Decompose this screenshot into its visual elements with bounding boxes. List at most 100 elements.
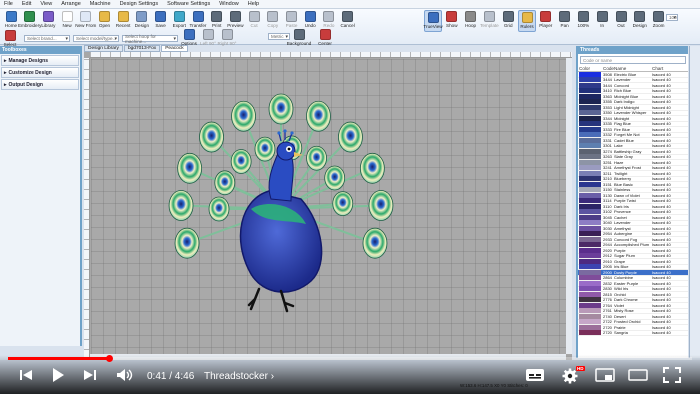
col-color[interactable]: Color <box>578 66 601 71</box>
background-button[interactable]: Background <box>287 28 311 50</box>
cut-button[interactable]: Cut <box>245 10 263 32</box>
video-chapter[interactable]: Threadstocker › <box>204 371 274 382</box>
trueview-button[interactable]: TrueView <box>423 10 443 32</box>
col-chart[interactable]: Chart <box>652 66 682 71</box>
zoom-field[interactable]: 100 <box>666 14 678 21</box>
open-button[interactable]: Open <box>96 10 114 32</box>
template-button[interactable]: Template <box>480 10 499 32</box>
zoom-button[interactable]: Zoom <box>650 10 668 32</box>
col-name[interactable]: Name <box>614 66 652 71</box>
library-button[interactable]: Library <box>39 10 57 32</box>
col-code[interactable]: Code <box>601 66 614 71</box>
thread-code: 2905 <box>603 264 612 270</box>
design-button[interactable]: Design <box>631 10 649 32</box>
recent-icon <box>117 11 129 22</box>
tab-bgd7013-fox[interactable]: bgd7013-Fox <box>123 45 161 52</box>
tab-peacock[interactable]: Peacock <box>161 45 188 52</box>
theater-mode-icon[interactable] <box>628 368 648 382</box>
in-button[interactable]: In <box>593 10 611 32</box>
menu-view[interactable]: View <box>40 1 52 7</box>
100-button[interactable]: 100% <box>574 10 592 32</box>
hoop-select[interactable]: Select hoop for machine... <box>122 33 178 44</box>
tab-design-library[interactable]: Design Library <box>84 45 123 52</box>
copy-label: Copy <box>267 23 279 28</box>
cancel-button[interactable]: Cancel <box>339 10 357 32</box>
thread-color-swatch <box>579 99 601 105</box>
export-icon <box>173 11 185 22</box>
rulers-label: Rulers <box>520 24 534 29</box>
peacock-embroidery-design[interactable] <box>91 59 566 354</box>
fullscreen-icon[interactable] <box>663 367 681 383</box>
hoop-button[interactable]: Hoop <box>462 10 480 32</box>
embroidery-button[interactable]: Embroidery <box>18 10 41 32</box>
thread-chart: Isacord 40 <box>652 231 671 237</box>
menu-arrange[interactable]: Arrange <box>61 1 81 7</box>
pan-button[interactable]: Pan <box>556 10 574 32</box>
thread-name: Dawn of Violet <box>614 192 640 198</box>
volume-icon[interactable] <box>115 367 133 383</box>
zoom-box-icon <box>653 11 665 22</box>
menu-window[interactable]: Window <box>219 1 239 7</box>
video-progress-bar[interactable] <box>8 355 692 362</box>
miniplayer-icon[interactable] <box>595 368 615 382</box>
thread-chart: Isacord 40 <box>652 88 671 94</box>
right-90-button[interactable]: Right 90° <box>218 28 236 50</box>
copy-button[interactable]: Copy <box>264 10 282 32</box>
recent-button[interactable]: Recent <box>114 10 132 32</box>
thread-chart: Isacord 40 <box>652 220 671 226</box>
previous-icon[interactable] <box>18 367 34 383</box>
thread-row[interactable]: 2720 Sangria Isacord 40 <box>578 330 688 336</box>
thread-color-swatch <box>579 82 601 88</box>
units-select[interactable]: Metric <box>268 33 290 40</box>
design-canvas[interactable] <box>91 59 566 354</box>
thread-chart: Isacord 40 <box>652 209 671 215</box>
subtitles-icon[interactable] <box>525 368 545 382</box>
new-button[interactable]: New <box>58 10 76 32</box>
brand-select[interactable]: Select brand... <box>24 35 70 42</box>
out-button[interactable]: Out <box>612 10 630 32</box>
template-icon <box>483 11 495 22</box>
design-button[interactable]: Design <box>133 10 151 32</box>
thread-color-swatch <box>579 110 601 116</box>
menu-machine[interactable]: Machine <box>90 1 111 7</box>
play-icon[interactable] <box>50 366 66 384</box>
player-button[interactable]: Player <box>537 10 555 32</box>
grid-button[interactable]: Grid <box>499 10 517 32</box>
save-button[interactable]: Save <box>152 10 170 32</box>
thread-color-swatch <box>579 297 601 303</box>
toolbox-manage-designs[interactable]: ▸ Manage Designs <box>1 55 79 66</box>
hoop-label: Hoop <box>465 23 477 28</box>
options-icon <box>183 29 195 40</box>
menu-software-settings[interactable]: Software Settings <box>167 1 210 7</box>
thread-color-swatch <box>579 225 601 231</box>
redo-icon <box>323 11 335 22</box>
new-from-button[interactable]: New From <box>75 10 96 32</box>
thread-color-swatch <box>579 132 601 138</box>
thread-name: Purple <box>614 247 626 253</box>
toolbox-output-design[interactable]: ▸ Output Design <box>1 79 79 90</box>
thread-search-input[interactable]: Code or name <box>580 56 686 64</box>
next-icon[interactable] <box>82 367 98 383</box>
thread-code: 3335 <box>603 121 612 127</box>
menu-edit[interactable]: Edit <box>22 1 31 7</box>
thread-color-swatch <box>579 154 601 160</box>
left-90-button[interactable]: Left 90° <box>199 28 217 50</box>
hoop-select-text: Select hoop for machine... <box>125 33 156 44</box>
show-icon <box>446 11 458 22</box>
center-button[interactable]: Center <box>316 28 334 50</box>
thread-name: Dark Chrome <box>614 297 638 303</box>
side-panel-tabs[interactable] <box>689 46 700 358</box>
rulers-button[interactable]: Rulers <box>518 10 536 32</box>
toolbox-customize-design[interactable]: ▸ Customize Design <box>1 67 79 78</box>
menu-design-settings[interactable]: Design Settings <box>120 1 159 7</box>
thread-code: 2720 <box>603 324 612 330</box>
canvas-vertical-scrollbar[interactable] <box>566 58 572 354</box>
show-button[interactable]: Show <box>443 10 461 32</box>
menu-file[interactable]: File <box>4 1 13 7</box>
thread-name: Violet <box>614 302 624 308</box>
thread-name: Twilight <box>614 170 628 176</box>
model-select[interactable]: Select model/type... <box>73 35 119 42</box>
thread-color-swatch <box>579 115 601 121</box>
menu-help[interactable]: Help <box>248 1 259 7</box>
thread-name: Haze <box>614 159 624 165</box>
